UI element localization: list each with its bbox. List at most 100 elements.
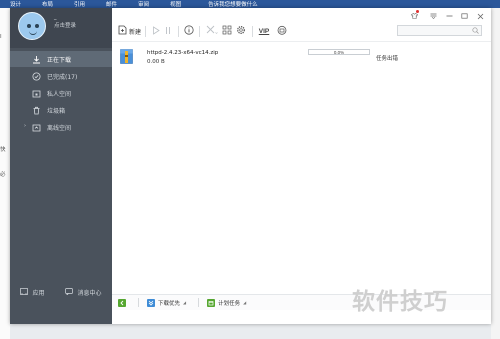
scheduled-task-button[interactable]: 计划任务 ◢ <box>207 298 247 307</box>
speed-priority-label: 下载优先 <box>158 300 181 307</box>
robot-icon <box>277 25 287 37</box>
scheduled-task-label: 计划任务 <box>218 300 241 307</box>
lock-folder-icon <box>32 89 41 98</box>
vip-button[interactable]: VIP <box>257 24 271 38</box>
maximize-button[interactable] <box>459 11 470 21</box>
message-icon <box>65 288 74 297</box>
start-button[interactable] <box>150 24 162 38</box>
expand-arrow-icon[interactable]: › <box>24 123 26 129</box>
download-manager-window: _ 点击登录 正在下载 已完成(17) 私人空间 垃圾箱 › 离线空间 应用 消… <box>10 8 491 324</box>
calendar-icon <box>207 298 216 307</box>
sidebar-item-label: 离线空间 <box>47 124 72 132</box>
task-row[interactable]: httpd-2.4.23-x64-vc14.zip 0.00 B 0.0% 任务… <box>112 46 491 70</box>
background-char: 必 <box>0 172 6 178</box>
notification-dot <box>416 10 419 13</box>
sidebar-item-label: 已完成(17) <box>47 73 78 81</box>
close-button[interactable] <box>475 11 486 21</box>
dropdown-arrow-icon: ◢ <box>183 300 187 305</box>
avatar-eye <box>27 24 31 28</box>
settings-button[interactable] <box>234 24 248 38</box>
service-button[interactable] <box>275 24 289 38</box>
cloud-folder-icon <box>32 123 41 132</box>
message-center-button[interactable]: 消息中心 <box>65 288 102 297</box>
watermark-text: 软件技巧 <box>352 289 448 315</box>
vip-label: VIP <box>258 27 270 35</box>
minimize-button[interactable] <box>444 11 455 21</box>
trash-icon <box>32 106 41 115</box>
ribbon-tab-view[interactable]: 视图 <box>160 0 192 8</box>
avatar-eye <box>35 24 39 28</box>
task-status: 任务出错 <box>376 56 399 62</box>
menu-icon <box>430 13 437 19</box>
apps-icon <box>20 288 29 297</box>
minimize-icon <box>446 13 453 19</box>
menu-button[interactable] <box>428 11 439 21</box>
pause-button[interactable] <box>162 24 174 38</box>
gear-icon <box>236 25 246 37</box>
grid-view-button[interactable] <box>220 24 234 38</box>
search-icon[interactable] <box>472 27 479 36</box>
sidebar-item-private-space[interactable]: 私人空间 <box>10 85 112 101</box>
skin-button[interactable] <box>409 10 420 21</box>
play-icon <box>152 25 160 37</box>
background-char: 快 <box>0 147 6 153</box>
sidebar-item-completed[interactable]: 已完成(17) <box>10 68 112 84</box>
close-icon <box>477 13 484 20</box>
progress-percent: 0.0% <box>333 49 345 55</box>
ribbon-tab-layout[interactable]: 布局 <box>32 0 64 8</box>
speed-priority-button[interactable]: 下载优先 ◢ <box>147 298 187 307</box>
sidebar-item-label: 垃圾箱 <box>47 107 66 115</box>
collapse-icon <box>118 298 126 307</box>
apps-button[interactable]: 应用 <box>20 288 45 297</box>
toolbar-divider <box>178 25 180 37</box>
collapse-button[interactable] <box>118 298 126 307</box>
task-filename: httpd-2.4.23-x64-vc14.zip <box>147 50 219 56</box>
search-field[interactable] <box>397 25 482 36</box>
speed-icon <box>147 298 155 307</box>
delete-button[interactable] <box>204 24 220 38</box>
zip-file-icon <box>120 49 133 64</box>
background-char: I <box>0 34 2 40</box>
check-circle-icon <box>32 72 41 81</box>
sidebar-item-offline-space[interactable]: › 离线空间 <box>10 119 112 135</box>
download-icon <box>32 55 41 64</box>
avatar-mouth <box>29 31 37 35</box>
ribbon-tab-mailings[interactable]: 邮件 <box>96 0 128 8</box>
new-task-button[interactable]: 新建 <box>118 24 141 38</box>
background-panel-right <box>491 8 500 339</box>
pause-icon <box>164 26 172 37</box>
ribbon-tell-me[interactable]: 告诉我您想要做什么 <box>198 0 269 8</box>
apps-label: 应用 <box>32 290 45 297</box>
task-progress-bar: 0.0% <box>308 49 370 55</box>
task-size: 0.00 B <box>147 59 165 65</box>
toolbar-divider <box>145 25 147 37</box>
ribbon-tab-design[interactable]: 设计 <box>0 0 32 8</box>
toolbar-divider <box>199 25 201 37</box>
sidebar-item-downloading[interactable]: 正在下载 <box>10 51 112 67</box>
toolbar-divider <box>252 25 254 37</box>
background-document: I 快 必 <box>0 8 10 339</box>
ribbon-tab-review[interactable]: 审阅 <box>128 0 160 8</box>
grid-icon <box>222 25 232 37</box>
task-info-button[interactable] <box>183 24 195 38</box>
messages-label: 消息中心 <box>77 290 102 297</box>
sidebar: _ 点击登录 正在下载 已完成(17) 私人空间 垃圾箱 › 离线空间 应用 消… <box>10 8 112 324</box>
new-file-icon <box>118 25 127 37</box>
sidebar-bottom: 应用 消息中心 <box>10 275 112 310</box>
status-divider <box>198 298 200 307</box>
sidebar-item-label: 私人空间 <box>47 90 72 98</box>
new-task-label: 新建 <box>129 28 142 36</box>
skin-icon <box>411 13 418 19</box>
sidebar-item-trash[interactable]: 垃圾箱 <box>10 102 112 118</box>
avatar[interactable] <box>18 12 46 40</box>
close-x-icon <box>206 25 218 37</box>
maximize-icon <box>461 13 468 19</box>
login-link[interactable]: 点击登录 <box>54 21 76 29</box>
ribbon-tab-references[interactable]: 引用 <box>64 0 96 8</box>
background-word-ribbon: 设计 布局 引用 邮件 审阅 视图 告诉我您想要做什么 <box>0 0 500 8</box>
status-divider <box>138 298 139 307</box>
search-input[interactable] <box>398 26 468 35</box>
dropdown-arrow-icon: ◢ <box>243 300 247 305</box>
info-icon <box>184 25 194 37</box>
sidebar-item-label: 正在下载 <box>47 56 72 64</box>
